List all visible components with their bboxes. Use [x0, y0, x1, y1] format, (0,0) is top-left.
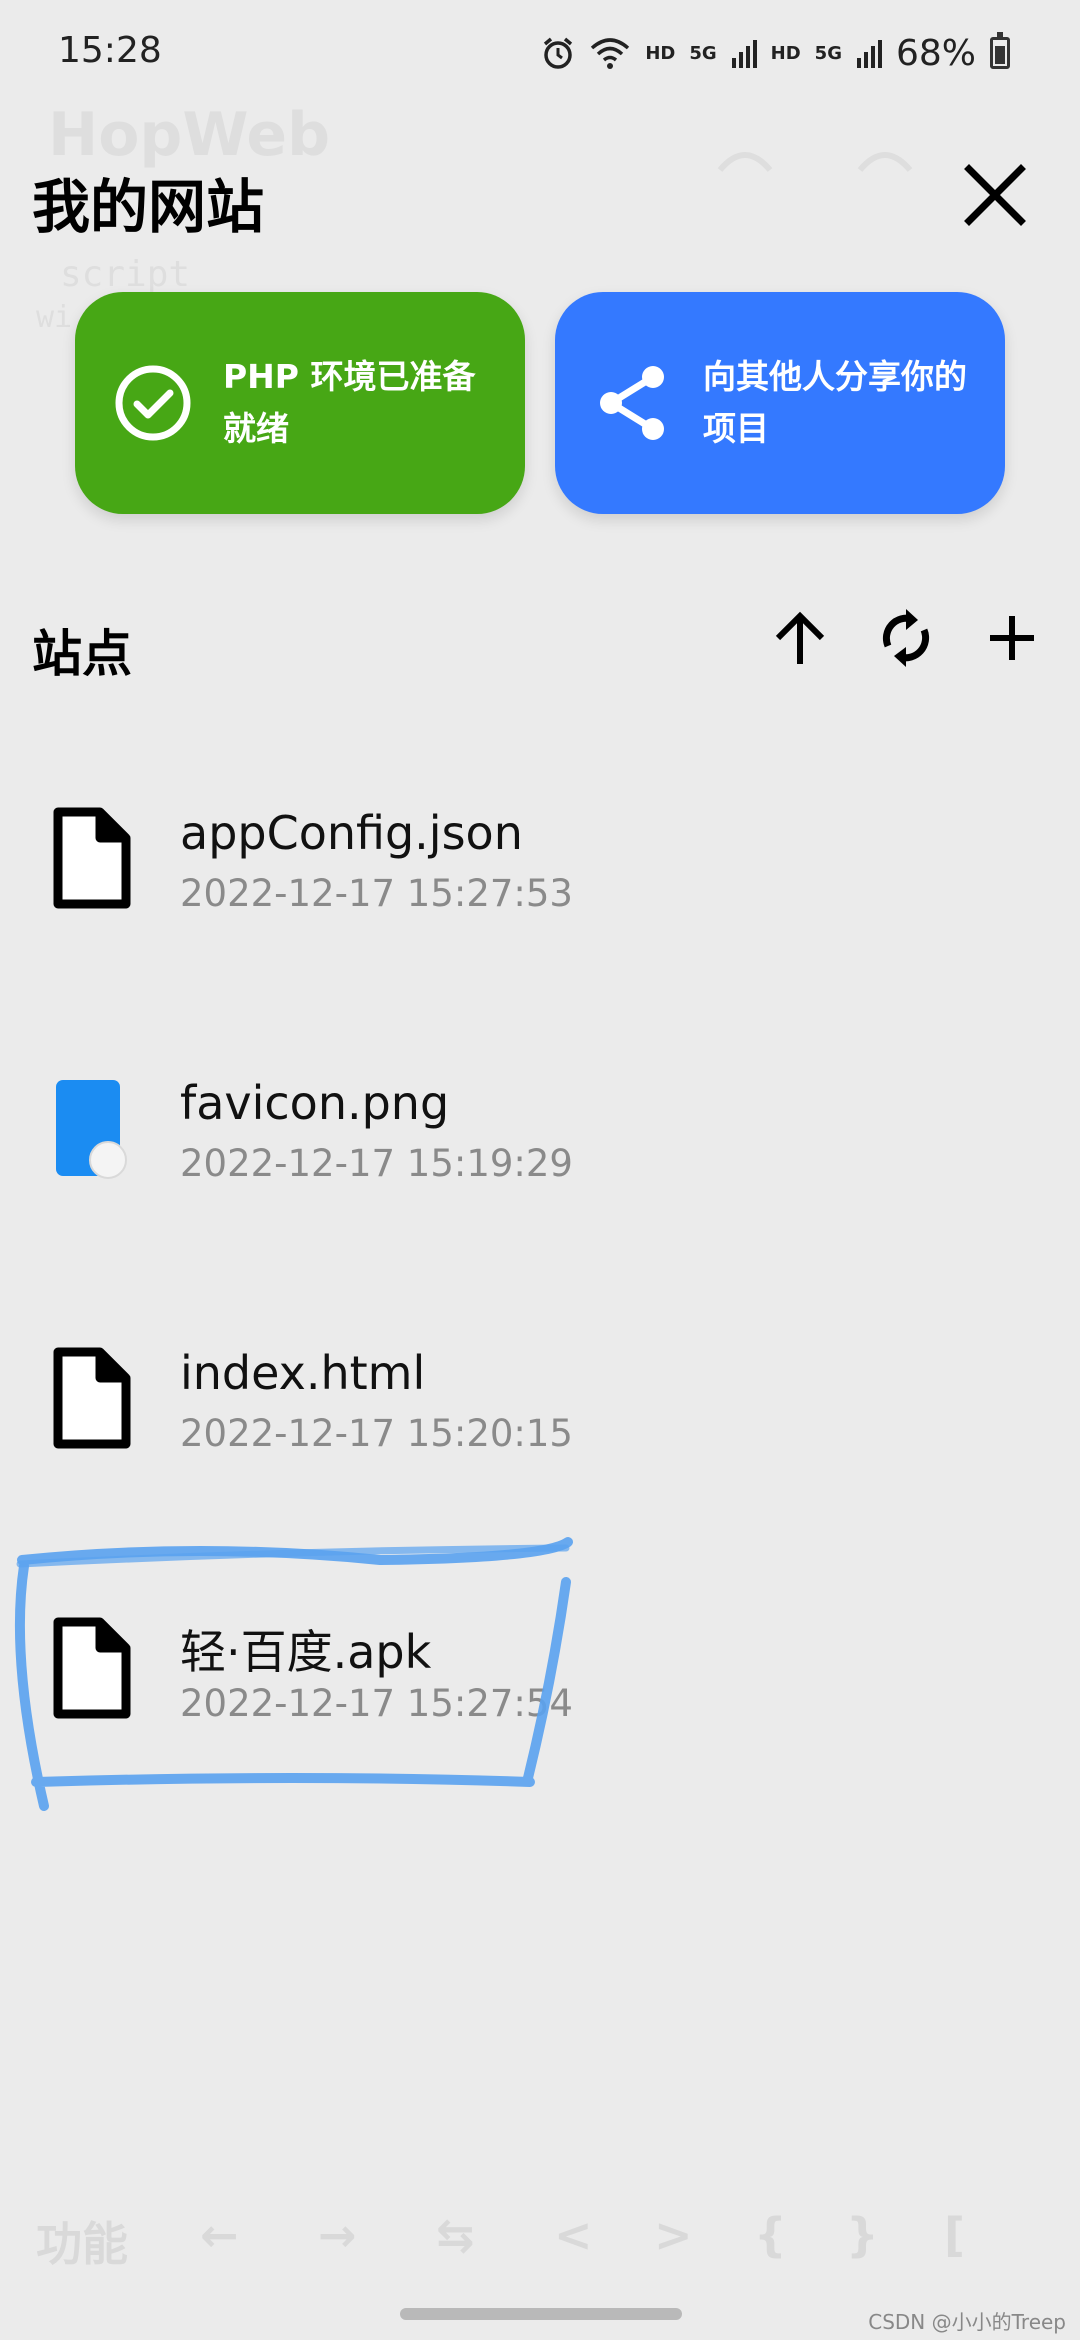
toolbar-key: ⇆: [436, 2208, 475, 2262]
hd-label: HD: [770, 42, 801, 64]
document-icon: [53, 1617, 131, 1719]
toolbar-key: ←: [200, 2208, 239, 2262]
upload-button[interactable]: [762, 600, 838, 676]
toolbar-function-label: 功能: [36, 2217, 128, 2271]
toolbar-key: }: [846, 2208, 879, 2262]
file-date: 2022-12-17 15:20:15: [180, 1412, 573, 1455]
file-name: appConfig.json: [180, 806, 523, 860]
sites-actions: [762, 600, 1050, 676]
toolbar-key: {: [754, 2208, 787, 2262]
share-project-card[interactable]: 向其他人分享你的项目: [555, 292, 1005, 514]
file-name: 轻·百度.apk: [180, 1625, 432, 1679]
document-icon: [53, 807, 131, 909]
refresh-icon: [882, 609, 930, 667]
home-indicator[interactable]: [400, 2308, 682, 2320]
file-item[interactable]: appConfig.json 2022-12-17 15:27:53: [0, 766, 1080, 1036]
network-5g-label: 5G: [814, 42, 842, 64]
page-title: 我的网站: [32, 173, 265, 241]
battery-icon: [990, 32, 1010, 69]
document-icon: [53, 1347, 131, 1449]
background-code-line: wi: [36, 300, 73, 335]
status-icons: HD 5G HD 5G 68%: [541, 28, 1010, 78]
background-undo-icon: [717, 152, 773, 172]
file-date: 2022-12-17 15:19:29: [180, 1142, 573, 1185]
file-item[interactable]: favicon.png 2022-12-17 15:19:29: [0, 1036, 1080, 1306]
toolbar-key: >: [654, 2208, 693, 2262]
share-icon: [591, 361, 675, 445]
background-code-line: script: [60, 254, 191, 295]
refresh-button[interactable]: [868, 600, 944, 676]
php-status-card[interactable]: PHP 环境已准备就绪: [75, 292, 525, 514]
file-list: appConfig.json 2022-12-17 15:27:53 favic…: [0, 766, 1080, 1846]
share-label: 向其他人分享你的项目: [703, 357, 967, 448]
battery-fill: [995, 46, 1005, 64]
wifi-icon: [591, 38, 630, 69]
alarm-icon: [544, 37, 573, 69]
arrow-up-icon: [775, 611, 825, 664]
network-5g-label: 5G: [689, 42, 717, 64]
screen: HopWeb script wi 功能 ← → ⇆ < > { } [ 15:2…: [0, 0, 1080, 2340]
sites-section-title: 站点: [32, 625, 132, 683]
toolbar-key: [: [944, 2208, 966, 2262]
hd-label: HD: [645, 42, 676, 64]
watermark: CSDN @小小的Treep: [868, 2310, 1066, 2334]
file-date: 2022-12-17 15:27:53: [180, 872, 573, 915]
file-name: index.html: [180, 1346, 426, 1400]
status-time: 15:28: [58, 30, 162, 71]
plus-icon: [990, 616, 1034, 660]
battery-percentage: 68%: [895, 32, 976, 74]
signal-icon: [856, 40, 882, 68]
toolbar-key: →: [318, 2208, 357, 2262]
check-circle-icon: [111, 361, 195, 445]
file-item[interactable]: index.html 2022-12-17 15:20:15: [0, 1306, 1080, 1576]
background-bottom-toolbar: 功能 ← → ⇆ < > { } [: [0, 2200, 1080, 2280]
file-date: 2022-12-17 15:27:54: [180, 1682, 573, 1725]
close-button[interactable]: [955, 155, 1035, 235]
file-name: favicon.png: [180, 1076, 450, 1130]
image-file-icon: [56, 1080, 127, 1179]
background-redo-icon: [857, 152, 913, 172]
close-icon: [964, 164, 1026, 226]
php-status-label: PHP 环境已准备就绪: [223, 357, 476, 448]
add-button[interactable]: [974, 600, 1050, 676]
file-item[interactable]: 轻·百度.apk 2022-12-17 15:27:54: [0, 1576, 1080, 1846]
toolbar-key: <: [554, 2208, 593, 2262]
signal-icon: [731, 40, 757, 68]
